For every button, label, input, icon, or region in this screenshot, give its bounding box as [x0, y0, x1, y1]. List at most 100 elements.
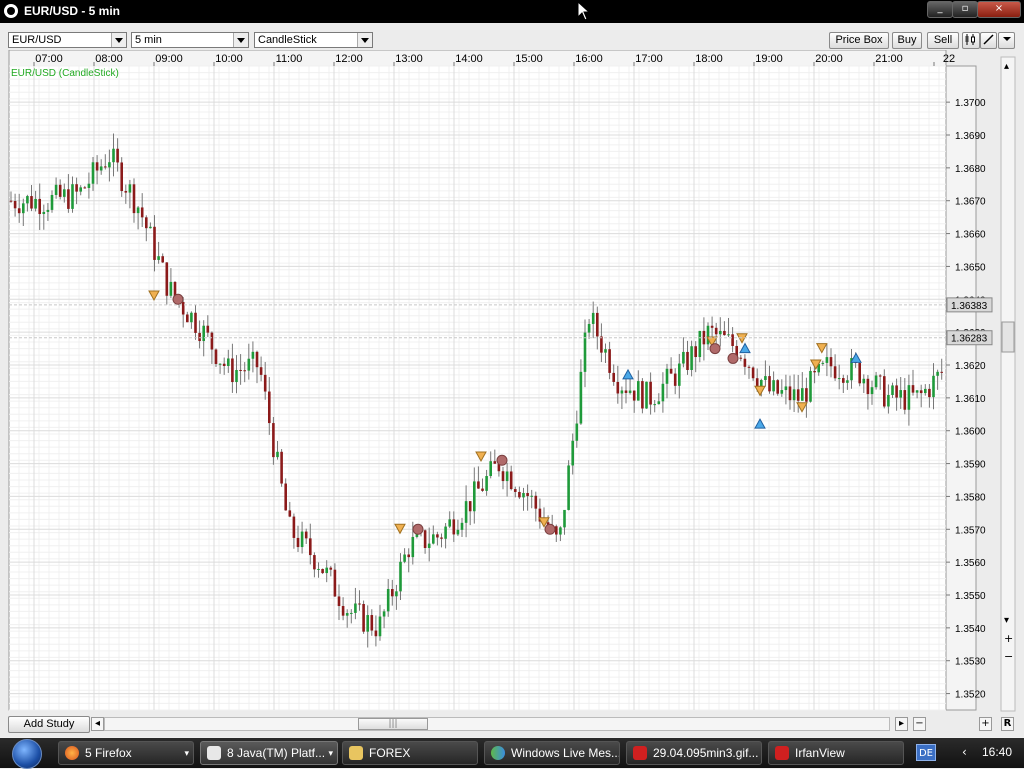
candle-body	[218, 363, 222, 365]
price-tick-label: 1.3690	[955, 131, 986, 142]
candle-body	[362, 603, 365, 632]
candle-body	[231, 358, 234, 383]
chevron-down-icon[interactable]	[111, 33, 126, 47]
time-scrollbar[interactable]: |||	[104, 717, 890, 731]
zoom-in-button[interactable]: +	[979, 717, 992, 731]
candle-body	[747, 366, 751, 368]
close-marker	[496, 454, 508, 466]
candle-tool-button[interactable]	[962, 32, 980, 49]
scroll-left-button[interactable]: ◂	[91, 717, 104, 731]
minimize-button[interactable]: _	[927, 1, 953, 18]
system-tray: DE ‹ 16:40	[912, 738, 1024, 768]
taskbar-item-java[interactable]: 8 Java(TM) Platf... ▾	[200, 741, 338, 765]
draw-tool-button[interactable]	[980, 32, 997, 49]
java-icon	[207, 746, 221, 760]
firefox-icon	[65, 746, 79, 760]
candle-body	[632, 390, 636, 401]
candle-body	[874, 375, 878, 388]
chevron-down-icon[interactable]	[233, 33, 248, 47]
start-button[interactable]	[4, 738, 48, 769]
scroll-thumb[interactable]: |||	[358, 718, 428, 730]
candle-body	[784, 386, 788, 391]
add-study-button[interactable]: Add Study	[8, 716, 90, 733]
buy-button[interactable]: Buy	[892, 32, 922, 49]
candle-body	[678, 363, 681, 386]
candlestick-chart[interactable]: 07:00 08:00 09:00 10:00 11:00 12:00 13:00 14:00…	[0, 49, 1024, 713]
candle-body	[477, 481, 480, 489]
candle-body	[571, 440, 574, 466]
candle-body	[263, 374, 267, 392]
tray-chevron-icon[interactable]: ‹	[962, 745, 967, 759]
scroll-right-button[interactable]: ▸	[895, 717, 908, 731]
candle-body	[13, 200, 17, 209]
candle-body	[153, 226, 156, 260]
clock[interactable]: 16:40	[982, 745, 1012, 759]
price-box-button[interactable]: Price Box	[829, 32, 889, 49]
period-select[interactable]: 5 min	[131, 32, 249, 48]
chevron-down-icon[interactable]	[357, 33, 372, 47]
candle-body	[899, 390, 902, 398]
taskbar-item-messenger[interactable]: Windows Live Mes...	[484, 741, 620, 765]
candle-body	[186, 314, 189, 323]
candle-body	[313, 555, 316, 570]
candle-body	[448, 519, 451, 527]
close-marker	[709, 343, 721, 355]
maximize-button[interactable]: ▫	[952, 1, 978, 18]
chart-area[interactable]: 07:00 08:00 09:00 10:00 11:00 12:00 13:00 14:00…	[0, 49, 1024, 713]
candle-body	[427, 543, 431, 549]
candle-body	[337, 596, 341, 607]
zoom-out-button[interactable]: −	[913, 717, 926, 731]
candle-body	[928, 388, 931, 398]
taskbar-item-gif[interactable]: 29.04.095min3.gif...	[626, 741, 762, 765]
taskbar-item-firefox[interactable]: 5 Firefox ▾	[58, 741, 194, 765]
chart-type-select[interactable]: CandleStick	[254, 32, 373, 48]
candle-body	[940, 371, 943, 373]
candle-body	[91, 162, 95, 184]
price-tick-label: 1.3560	[955, 558, 986, 569]
candle-body	[829, 357, 833, 367]
candle-body	[833, 366, 837, 379]
candle-body	[9, 200, 13, 202]
taskbar-item-irfanview[interactable]: IrfanView	[768, 741, 904, 765]
reset-zoom-button[interactable]: R	[1001, 717, 1014, 731]
candle-body	[206, 325, 210, 333]
candle-body	[686, 351, 689, 370]
time-tick-label: 20:00	[815, 53, 843, 65]
time-tick-label: 12:00	[335, 53, 363, 65]
candle-body	[903, 390, 907, 410]
vertical-scroll-thumb	[1001, 321, 1015, 353]
time-tick-label: 14:00	[455, 53, 483, 65]
candle-body	[34, 198, 37, 209]
candle-body	[165, 262, 169, 296]
candle-body	[846, 380, 849, 383]
candle-body	[63, 189, 66, 197]
candle-body	[456, 529, 460, 535]
taskbar-item-forex[interactable]: FOREX	[342, 741, 478, 765]
time-tick-label: 18:00	[695, 53, 723, 65]
candle-body	[83, 187, 87, 189]
time-tick-label: 11:00	[276, 53, 303, 65]
candle-body	[30, 196, 33, 209]
chevron-down-icon: ▾	[328, 748, 333, 758]
candle-body	[112, 148, 115, 163]
chart-menu-button[interactable]	[998, 32, 1015, 49]
candle-body	[255, 351, 259, 368]
sell-button[interactable]: Sell	[927, 32, 959, 49]
candle-body	[227, 358, 230, 366]
candle-body	[932, 375, 935, 398]
chevron-down-icon	[1002, 37, 1011, 41]
candle-body	[772, 380, 775, 392]
candle-body	[132, 184, 136, 214]
candle-body	[161, 256, 164, 263]
instrument-select[interactable]: EUR/USD	[8, 32, 127, 48]
candle-body	[169, 281, 173, 296]
price-tick-label: 1.3600	[955, 427, 986, 438]
candle-body	[608, 349, 611, 373]
candle-body	[210, 332, 214, 350]
close-button[interactable]: ×	[977, 1, 1021, 18]
candle-body	[891, 385, 894, 395]
price-tick-label: 1.3610	[955, 394, 986, 405]
candle-body	[526, 492, 529, 497]
language-indicator[interactable]: DE	[916, 744, 936, 761]
time-tick-label: 07:00	[35, 53, 63, 65]
